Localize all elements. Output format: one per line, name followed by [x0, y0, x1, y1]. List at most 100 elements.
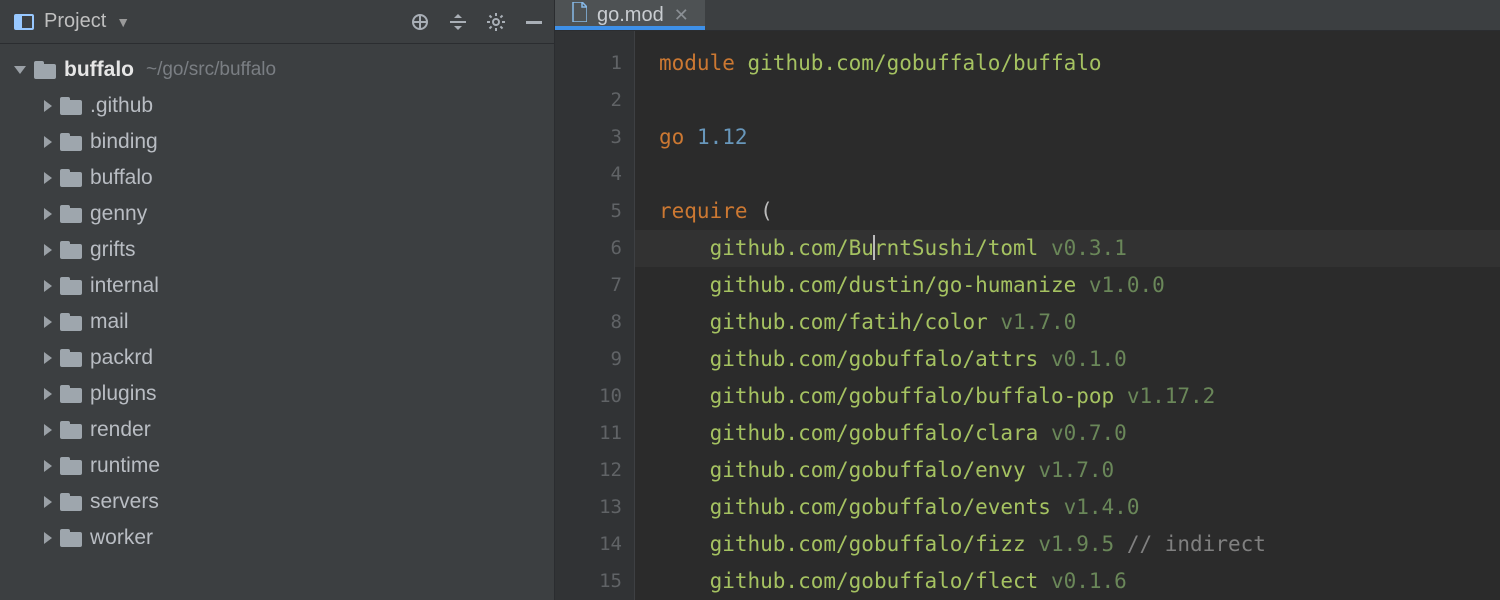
folder-icon [60, 133, 82, 151]
chevron-right-icon[interactable] [44, 136, 52, 148]
tree-item-label: genny [90, 202, 147, 226]
code-line: module github.com/gobuffalo/buffalo [659, 45, 1500, 82]
folder-icon [60, 241, 82, 259]
project-sidebar: Project ▼ bu [0, 0, 555, 600]
tree-item-label: binding [90, 130, 158, 154]
select-opened-file-icon[interactable] [410, 12, 430, 32]
tree-item-label: runtime [90, 454, 160, 478]
folder-icon [60, 493, 82, 511]
text-caret [873, 235, 875, 260]
chevron-right-icon[interactable] [44, 532, 52, 544]
editor-body: 1 2 3 4 5 6 7 8 9 10 11 12 13 14 15 modu… [555, 31, 1500, 600]
code-line: github.com/gobuffalo/events v1.4.0 [659, 489, 1500, 526]
folder-icon [60, 169, 82, 187]
folder-icon [60, 205, 82, 223]
tree-item[interactable]: grifts [0, 232, 554, 268]
line-number: 6 [555, 230, 622, 267]
code-line: github.com/gobuffalo/flect v0.1.6 [659, 563, 1500, 600]
tree-item[interactable]: worker [0, 520, 554, 556]
line-number: 15 [555, 563, 622, 600]
tree-item-label: mail [90, 310, 129, 334]
tree-item[interactable]: buffalo [0, 160, 554, 196]
chevron-right-icon[interactable] [44, 208, 52, 220]
code-line: github.com/BurntSushi/toml v0.3.1 [635, 230, 1500, 267]
line-number: 5 [555, 193, 622, 230]
line-number: 2 [555, 82, 622, 119]
tab-go-mod[interactable]: go.mod ✕ [555, 0, 705, 30]
tree-item-label: .github [90, 94, 153, 118]
chevron-right-icon[interactable] [44, 496, 52, 508]
code-line: github.com/gobuffalo/clara v0.7.0 [659, 415, 1500, 452]
close-icon[interactable]: ✕ [674, 5, 689, 26]
line-number: 12 [555, 452, 622, 489]
chevron-down-icon[interactable] [14, 66, 26, 74]
tree-item[interactable]: genny [0, 196, 554, 232]
chevron-right-icon[interactable] [44, 100, 52, 112]
chevron-right-icon[interactable] [44, 280, 52, 292]
chevron-right-icon[interactable] [44, 460, 52, 472]
folder-icon [60, 97, 82, 115]
tree-root[interactable]: buffalo ~/go/src/buffalo [0, 52, 554, 88]
collapse-all-icon[interactable] [448, 12, 468, 32]
line-number: 4 [555, 156, 622, 193]
chevron-right-icon[interactable] [44, 388, 52, 400]
tree-item[interactable]: runtime [0, 448, 554, 484]
line-number: 3 [555, 119, 622, 156]
line-number: 13 [555, 489, 622, 526]
tab-label: go.mod [597, 4, 664, 27]
line-number: 1 [555, 45, 622, 82]
tree-item[interactable]: render [0, 412, 554, 448]
folder-icon [60, 421, 82, 439]
chevron-right-icon[interactable] [44, 172, 52, 184]
project-panel-icon [14, 14, 34, 30]
chevron-right-icon[interactable] [44, 424, 52, 436]
editor-area: go.mod ✕ 1 2 3 4 5 6 7 8 9 10 11 12 13 1… [555, 0, 1500, 600]
tree-item-label: render [90, 418, 151, 442]
folder-icon [60, 457, 82, 475]
code-line: github.com/fatih/color v1.7.0 [659, 304, 1500, 341]
code-line [659, 82, 1500, 119]
line-number: 10 [555, 378, 622, 415]
tree-item[interactable]: internal [0, 268, 554, 304]
code-line: github.com/gobuffalo/buffalo-pop v1.17.2 [659, 378, 1500, 415]
tree-item[interactable]: packrd [0, 340, 554, 376]
project-toolbar: Project ▼ [0, 0, 554, 44]
folder-icon [60, 385, 82, 403]
tree-item[interactable]: plugins [0, 376, 554, 412]
project-dropdown[interactable]: Project [44, 10, 106, 33]
code-line: require ( [659, 193, 1500, 230]
line-number: 11 [555, 415, 622, 452]
line-number: 7 [555, 267, 622, 304]
tree-item-label: internal [90, 274, 159, 298]
tree-item-label: buffalo [90, 166, 153, 190]
folder-icon [34, 61, 56, 79]
tree-item-label: servers [90, 490, 159, 514]
folder-icon [60, 349, 82, 367]
chevron-right-icon[interactable] [44, 316, 52, 328]
code-area[interactable]: module github.com/gobuffalo/buffalo go 1… [635, 31, 1500, 600]
tree-item-label: plugins [90, 382, 157, 406]
code-line: github.com/gobuffalo/envy v1.7.0 [659, 452, 1500, 489]
gear-icon[interactable] [486, 12, 506, 32]
gutter: 1 2 3 4 5 6 7 8 9 10 11 12 13 14 15 [555, 31, 635, 600]
editor-tabs: go.mod ✕ [555, 0, 1500, 31]
code-line: go 1.12 [659, 119, 1500, 156]
tree-item-label: worker [90, 526, 153, 550]
tree-item[interactable]: mail [0, 304, 554, 340]
hide-icon[interactable] [524, 12, 544, 32]
chevron-right-icon[interactable] [44, 352, 52, 364]
folder-icon [60, 529, 82, 547]
project-tree: buffalo ~/go/src/buffalo .github binding… [0, 44, 554, 600]
tree-root-label: buffalo [64, 58, 134, 82]
tree-item[interactable]: .github [0, 88, 554, 124]
code-line: github.com/gobuffalo/fizz v1.9.5 // indi… [659, 526, 1500, 563]
chevron-down-icon[interactable]: ▼ [116, 14, 130, 30]
code-line: github.com/dustin/go-humanize v1.0.0 [659, 267, 1500, 304]
tree-item[interactable]: servers [0, 484, 554, 520]
tree-item[interactable]: binding [0, 124, 554, 160]
chevron-right-icon[interactable] [44, 244, 52, 256]
tree-item-label: packrd [90, 346, 153, 370]
line-number: 14 [555, 526, 622, 563]
line-number: 9 [555, 341, 622, 378]
tree-item-label: grifts [90, 238, 136, 262]
